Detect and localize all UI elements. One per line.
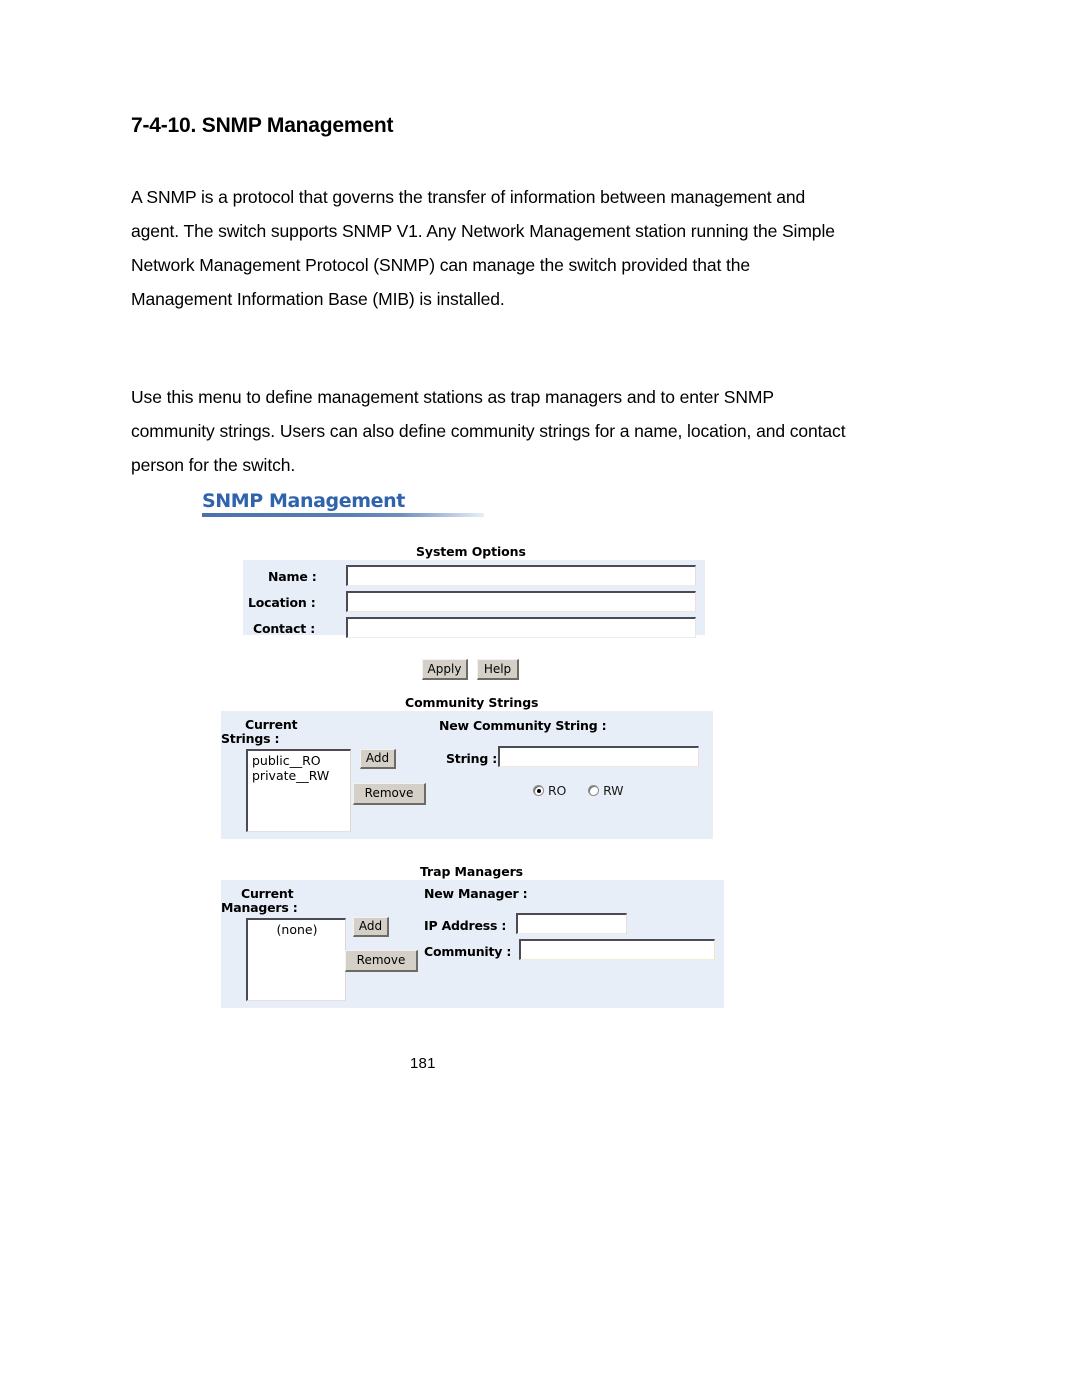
access-radio-group: RO RW	[533, 783, 623, 798]
current-managers-label-line2: Managers :	[221, 900, 298, 915]
remove-community-string-button[interactable]: Remove	[353, 783, 426, 805]
list-item[interactable]: private__RW	[252, 768, 347, 783]
system-options-panel: Name : Location : Contact :	[243, 560, 705, 638]
intro-paragraph: A SNMP is a protocol that governs the tr…	[131, 186, 835, 309]
new-community-string-label: New Community String :	[439, 718, 607, 733]
contact-input[interactable]	[346, 617, 696, 638]
radio-rw-label: RW	[603, 783, 624, 798]
list-item[interactable]: public__RO	[252, 753, 347, 768]
ip-address-label: IP Address :	[424, 918, 507, 933]
current-managers-listbox[interactable]: (none)	[246, 918, 346, 1001]
remove-trap-manager-button[interactable]: Remove	[345, 950, 418, 972]
system-options-caption: System Options	[416, 544, 526, 559]
current-strings-label-line1: Current	[245, 717, 298, 732]
community-strings-caption: Community Strings	[405, 695, 539, 710]
current-strings-listbox[interactable]: public__RO private__RW	[246, 749, 351, 832]
ip-address-input[interactable]	[516, 913, 627, 934]
string-input[interactable]	[498, 746, 699, 767]
trap-managers-panel: Current Managers : (none) Add Remove New…	[221, 880, 724, 1008]
snmp-management-screenshot: SNMP Management System Options Name : Lo…	[190, 484, 750, 1024]
title-underline-rule	[202, 513, 484, 517]
current-strings-label-line2: Strings :	[221, 731, 280, 746]
community-label: Community :	[424, 944, 512, 959]
name-input[interactable]	[346, 565, 696, 586]
location-label: Location :	[248, 595, 316, 610]
new-manager-label: New Manager :	[424, 886, 528, 901]
add-community-string-button[interactable]: Add	[360, 749, 396, 769]
radio-ro-label: RO	[548, 783, 567, 798]
page-number: 181	[410, 1055, 436, 1072]
current-managers-label-line1: Current	[241, 886, 294, 901]
string-label: String :	[446, 751, 498, 766]
app-title: SNMP Management	[202, 490, 405, 512]
apply-button[interactable]: Apply	[422, 659, 468, 680]
contact-label: Contact :	[253, 621, 316, 636]
trap-managers-caption: Trap Managers	[420, 864, 523, 879]
usage-paragraph: Use this menu to define management stati…	[131, 386, 846, 475]
radio-ro[interactable]: RO	[533, 783, 566, 798]
help-button[interactable]: Help	[477, 659, 519, 680]
name-label: Name :	[268, 569, 317, 584]
location-input[interactable]	[346, 591, 696, 612]
radio-ro-icon[interactable]	[533, 785, 544, 796]
page-title: 7-4-10. SNMP Management	[131, 114, 394, 138]
list-item[interactable]: (none)	[252, 922, 342, 937]
radio-rw-icon[interactable]	[588, 785, 600, 796]
community-input[interactable]	[519, 939, 715, 960]
app-title-block: SNMP Management	[202, 490, 492, 517]
radio-rw[interactable]: RW	[588, 783, 623, 798]
add-trap-manager-button[interactable]: Add	[353, 917, 389, 937]
community-strings-panel: Current Strings : public__RO private__RW…	[221, 711, 713, 839]
